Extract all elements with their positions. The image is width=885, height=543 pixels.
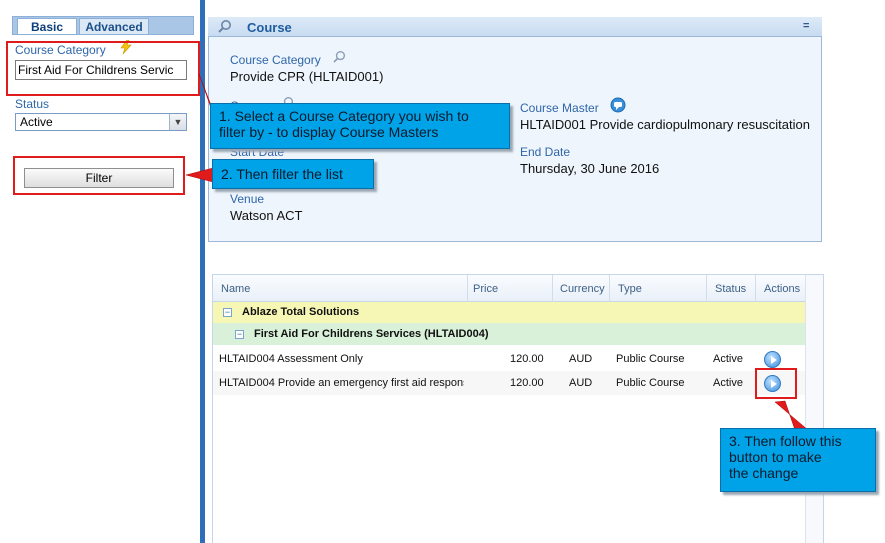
callout-2-text: 2. Then filter the list [221,166,343,182]
callout-3-line-2: button to make [729,449,822,465]
callout-3: 3. Then follow this button to make the c… [720,428,876,492]
callout-3-pointer [774,400,809,431]
callout-1-line-2: filter by - to display Course Masters [219,124,439,140]
callout-1-line-1: 1. Select a Course Category you wish to [219,108,469,124]
callout-3-line-3: the change [729,465,799,481]
callout-2: 2. Then filter the list [212,159,374,189]
callout-3-line-1: 3. Then follow this [729,433,842,449]
callout-1: 1. Select a Course Category you wish to … [210,103,510,149]
callout-2-pointer [185,167,214,183]
